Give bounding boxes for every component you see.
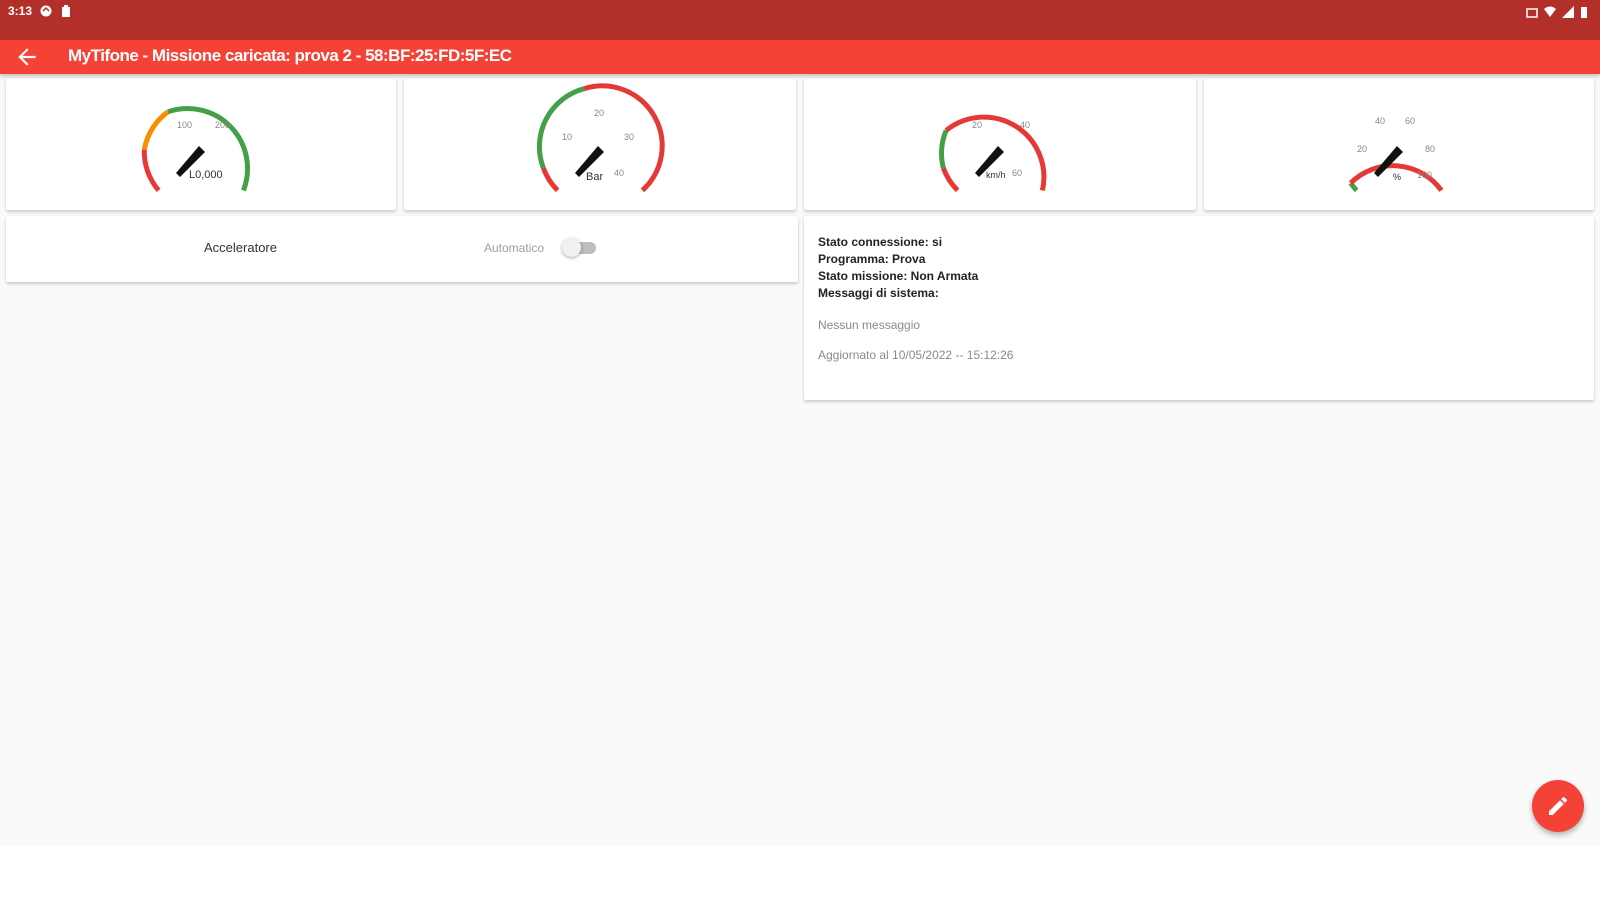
status-lines: Stato connessione: si Programma: Prova S… — [818, 234, 978, 302]
gauge-arc-red — [141, 149, 161, 193]
gauge-tick: 10 — [562, 132, 572, 142]
status-bar: 3:13 — [0, 0, 1600, 40]
arrow-back-icon — [18, 48, 36, 66]
gauge-arc-green — [939, 129, 949, 169]
gauge-arc-red — [940, 166, 960, 193]
gauge-fuel: 100 200 L0,000 — [141, 106, 250, 193]
gauge-card-pressure: 10 20 30 40 Bar — [404, 78, 796, 210]
gauge-tick: 40 — [1375, 116, 1385, 126]
gauge-unit: km/h — [986, 170, 1006, 180]
system-messages-heading: Messaggi di sistema: — [818, 286, 939, 300]
gauge-arc-green — [1348, 181, 1359, 193]
gauge-arc-red — [540, 166, 560, 193]
wifi-icon — [1544, 6, 1556, 18]
battery-saver-icon — [1526, 6, 1538, 18]
automatic-label: Automatico — [484, 241, 545, 255]
system-message: Nessun messaggio — [818, 318, 921, 332]
mission-status-card: Stato connessione: si Programma: Prova S… — [804, 216, 1594, 400]
gauge-unit: L0,000 — [189, 169, 223, 181]
back-button[interactable] — [14, 44, 40, 70]
gauge-tick: 40 — [1020, 120, 1030, 130]
gauge-arc-orange — [141, 109, 170, 151]
accelerator-label: Acceleratore — [204, 240, 277, 255]
gauge-tick: 20 — [594, 108, 604, 118]
gauge-tick: 20 — [1357, 144, 1367, 154]
gauge-speed: 20 40 60 km/h — [939, 114, 1047, 193]
toggle-thumb — [562, 238, 581, 257]
gauge-tick: 200 — [215, 120, 230, 130]
page-title: MyTifone - Missione caricata: prova 2 - … — [68, 46, 512, 65]
gauge-tick: 40 — [614, 168, 624, 178]
app-bar: MyTifone - Missione caricata: prova 2 - … — [0, 40, 1600, 74]
status-bar-left: 3:13 — [8, 4, 72, 18]
edit-fab-button[interactable] — [1532, 780, 1584, 832]
pencil-icon — [1549, 796, 1568, 815]
gauge-card-speed: 20 40 60 km/h — [804, 78, 1196, 210]
status-time: 3:13 — [8, 4, 33, 18]
status-bar-right — [1526, 6, 1592, 18]
connection-status: Stato connessione: si — [818, 235, 943, 249]
program-status: Programma: Prova — [818, 252, 926, 266]
last-updated: Aggiornato al 10/05/2022 -- 15:12:26 — [818, 348, 1014, 362]
gauge-percent: 20 40 60 80 100 % — [1348, 116, 1444, 193]
signal-icon — [1562, 6, 1574, 18]
automatic-toggle[interactable] — [562, 237, 598, 257]
gauge-tick: 30 — [624, 132, 634, 142]
gauge-tick: 60 — [1405, 116, 1415, 126]
sync-icon — [40, 5, 52, 17]
gauge-tick: 80 — [1425, 144, 1435, 154]
mission-status: Stato missione: Non Armata — [818, 269, 979, 283]
gauge-arc-green — [536, 86, 585, 169]
gauge-unit: Bar — [586, 171, 603, 183]
gauge-tick: 20 — [972, 120, 982, 130]
accelerator-card: Acceleratore Automatico — [6, 216, 798, 282]
gauge-unit: % — [1393, 172, 1401, 182]
battery-icon — [1580, 6, 1592, 18]
gauge-pressure: 10 20 30 40 Bar — [536, 83, 665, 193]
clipboard-icon — [60, 5, 72, 17]
gauge-tick: 100 — [1417, 170, 1432, 180]
gauge-tick: 100 — [177, 120, 192, 130]
gauge-card-percent: 20 40 60 80 100 % — [1204, 78, 1594, 210]
gauge-card-fuel: 100 200 L0,000 — [6, 78, 396, 210]
navigation-bar — [0, 846, 1600, 900]
gauge-tick: 60 — [1012, 168, 1022, 178]
